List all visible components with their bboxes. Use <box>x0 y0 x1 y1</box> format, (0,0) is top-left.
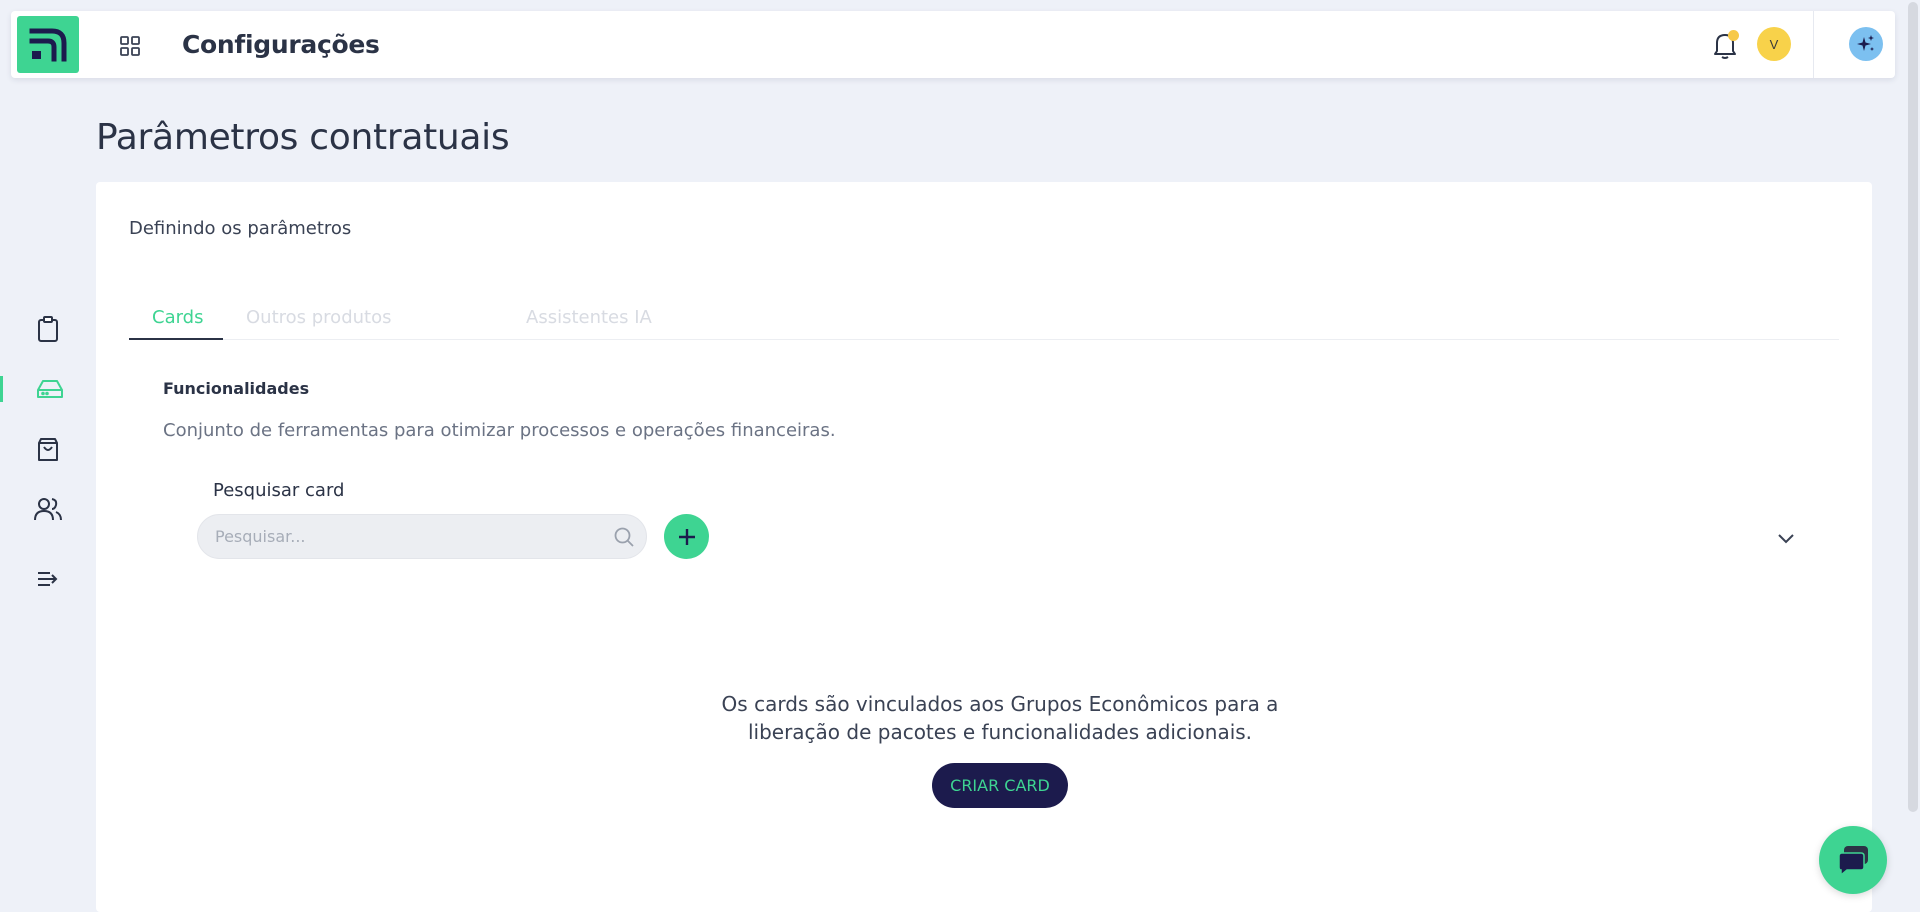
page-title: Parâmetros contratuais <box>96 117 510 158</box>
inbox-icon <box>37 380 63 398</box>
tab-cards[interactable]: Cards <box>152 307 204 340</box>
sparkles-icon[interactable] <box>1849 27 1883 61</box>
add-card-button[interactable] <box>664 514 709 559</box>
avatar[interactable]: V <box>1757 27 1791 61</box>
grid-icon[interactable] <box>118 34 142 58</box>
notification-dot <box>1728 30 1739 41</box>
plus-icon <box>678 528 695 545</box>
main-card: Definindo os parâmetros Cards Outros pro… <box>96 182 1872 912</box>
empty-state-line-1: Os cards são vinculados aos Grupos Econô… <box>721 692 1279 716</box>
card-subtitle: Definindo os parâmetros <box>129 218 352 239</box>
sidebar-item-bag[interactable] <box>30 431 66 467</box>
shopping-bag-icon <box>38 438 58 461</box>
brand-logo-icon[interactable] <box>17 16 79 73</box>
search-label: Pesquisar card <box>213 480 345 501</box>
empty-state-line-2: liberação de pacotes e funcionalidades a… <box>747 720 1253 744</box>
section-title: Funcionalidades <box>163 379 310 398</box>
sidebar-item-inbox[interactable] <box>32 371 68 407</box>
chevron-down-icon[interactable] <box>1775 527 1797 549</box>
scrollbar-thumb[interactable] <box>1908 2 1918 812</box>
tab-active-underline <box>129 338 223 340</box>
sidebar-item-users[interactable] <box>30 491 66 527</box>
chat-button[interactable] <box>1819 826 1887 894</box>
sidebar-item-clipboard[interactable] <box>30 311 66 347</box>
tab-outros-produtos[interactable]: Outros produtos <box>246 307 391 340</box>
top-bar: Configurações V <box>11 11 1895 78</box>
sidebar-item-expand[interactable] <box>30 561 66 597</box>
tab-bar: Cards Outros produtos Assistentes IA <box>129 307 1839 340</box>
search-box <box>197 514 647 559</box>
section-description: Conjunto de ferramentas para otimizar pr… <box>163 420 836 441</box>
app-title: Configurações <box>182 30 380 59</box>
users-icon <box>34 498 62 521</box>
tab-assistentes-ia[interactable]: Assistentes IA <box>526 307 652 340</box>
create-card-button[interactable]: CRIAR CARD <box>932 763 1068 808</box>
sidebar-active-indicator <box>0 376 3 402</box>
expand-menu-icon <box>38 572 58 586</box>
chat-icon <box>1838 846 1868 877</box>
clipboard-icon <box>38 316 58 342</box>
empty-state-text: Os cards são vinculados aos Grupos Econô… <box>96 690 1904 746</box>
search-input[interactable] <box>215 515 595 558</box>
divider <box>1813 11 1814 78</box>
search-icon[interactable] <box>613 526 635 548</box>
